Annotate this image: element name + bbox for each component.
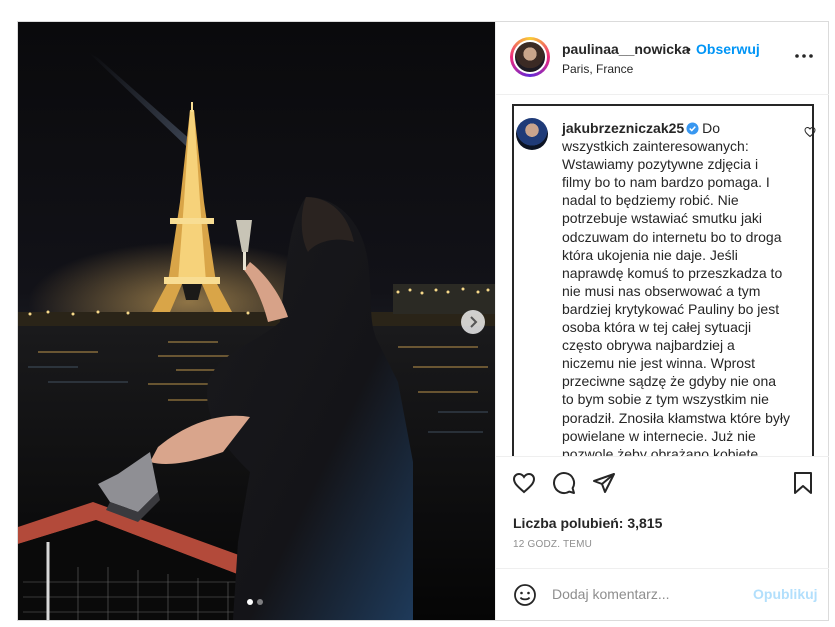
comment-bubble-icon[interactable] <box>552 471 576 495</box>
post-timestamp[interactable]: 12 GODZ. TEMU <box>513 539 592 550</box>
emoji-icon[interactable] <box>513 583 537 607</box>
post-location[interactable]: Paris, France <box>562 62 633 76</box>
verified-badge-icon <box>686 122 699 135</box>
instagram-post: paulinaa__nowicka • Obserwuj Paris, Fran… <box>17 21 829 621</box>
comment-like-heart-icon[interactable] <box>804 126 816 138</box>
more-horizontal-icon[interactable] <box>794 49 814 63</box>
comment-body: jakubrzezniczak25 Do wszystkich zainteres… <box>562 119 790 456</box>
carousel-next-button[interactable] <box>461 310 485 334</box>
author-username[interactable]: paulinaa__nowicka <box>562 41 690 57</box>
commenter-avatar[interactable] <box>516 118 548 150</box>
share-send-icon[interactable] <box>592 471 616 495</box>
like-heart-icon[interactable] <box>512 471 536 495</box>
chevron-right-icon <box>470 316 478 328</box>
comment-input[interactable] <box>552 583 742 605</box>
follow-button[interactable]: Obserwuj <box>696 41 760 57</box>
avatar-image <box>513 40 547 74</box>
author-avatar[interactable] <box>510 37 550 77</box>
carousel-indicator <box>247 599 263 605</box>
add-comment-bar: Opublikuj <box>496 568 829 621</box>
carousel-dot <box>257 599 263 605</box>
carousel-dot-active <box>247 599 253 605</box>
post-photo[interactable] <box>18 22 495 620</box>
commenter-username[interactable]: jakubrzezniczak25 <box>562 120 684 136</box>
comment-text: Do wszystkich zainteresowanych: Wstawiam… <box>562 120 790 456</box>
separator-dot: • <box>686 41 691 57</box>
action-bar <box>496 456 829 505</box>
post-header: paulinaa__nowicka • Obserwuj Paris, Fran… <box>496 22 829 95</box>
publish-button[interactable]: Opublikuj <box>753 586 818 602</box>
eiffel-night-photo <box>18 22 495 620</box>
comment-section: jakubrzezniczak25 Do wszystkich zainteres… <box>512 104 814 456</box>
likes-count[interactable]: Liczba polubień: 3,815 <box>513 515 662 531</box>
post-side-panel: paulinaa__nowicka • Obserwuj Paris, Fran… <box>495 22 829 620</box>
save-bookmark-icon[interactable] <box>792 471 814 495</box>
